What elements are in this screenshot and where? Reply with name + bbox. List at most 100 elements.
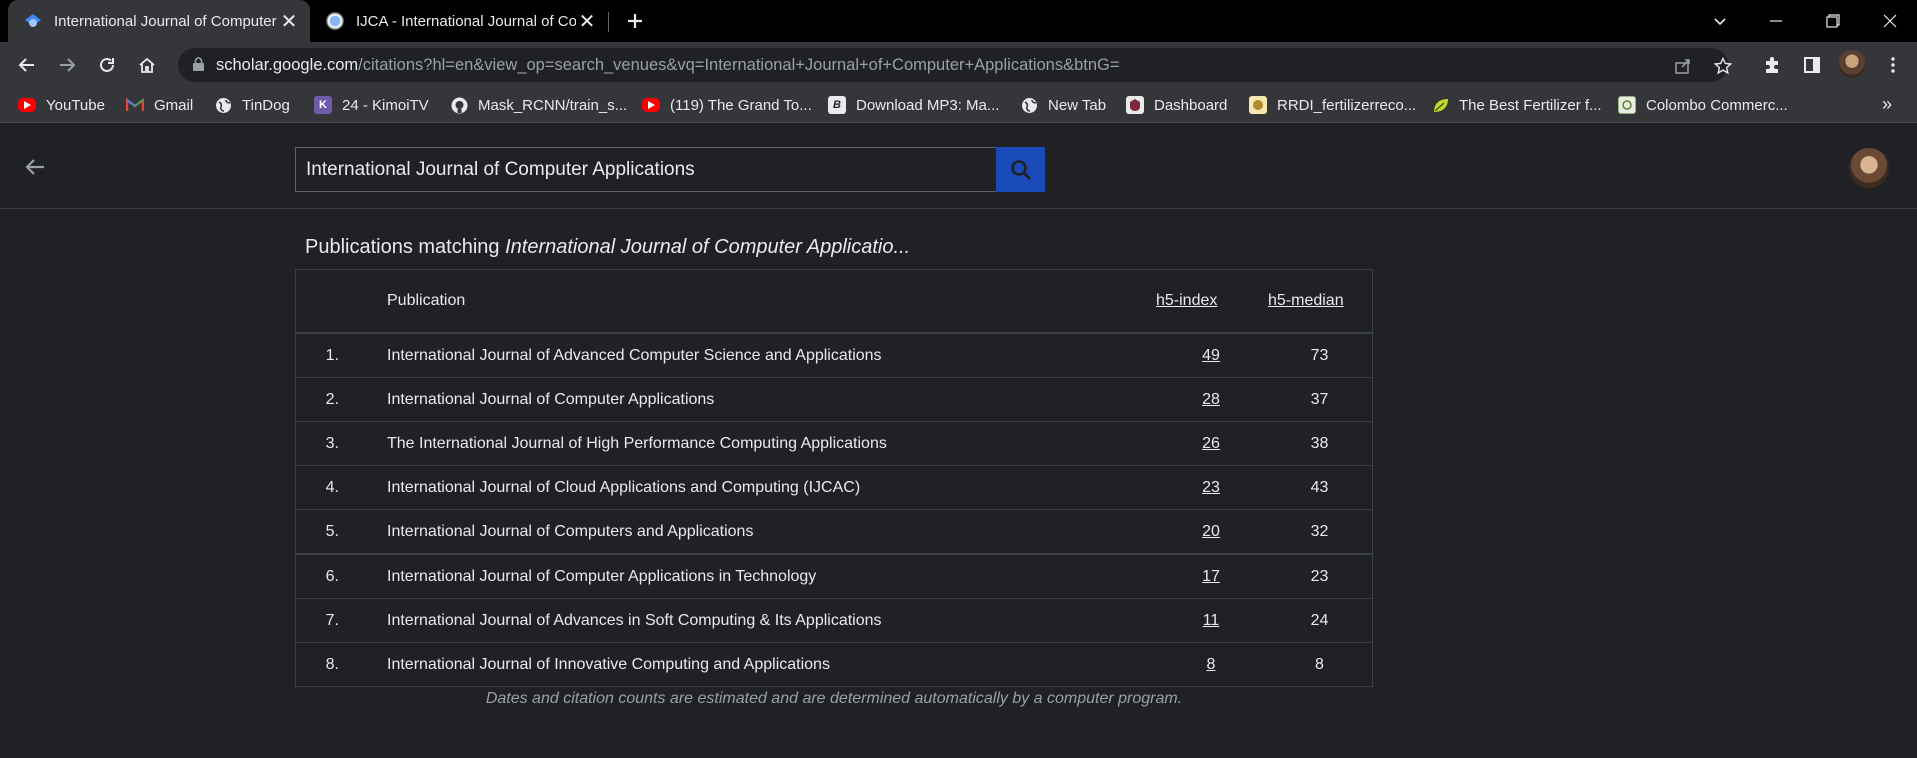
side-panel-icon xyxy=(1804,57,1820,73)
tab-title: International Journal of Computer Applic… xyxy=(54,12,278,30)
bookmark-dashboard[interactable]: Dashboard xyxy=(1126,95,1227,115)
publication-name[interactable]: International Journal of Computers and A… xyxy=(386,509,1155,554)
home-icon xyxy=(139,57,155,73)
h5-index-link[interactable]: 26 xyxy=(1202,435,1220,452)
publication-name[interactable]: International Journal of Advanced Comput… xyxy=(386,333,1155,378)
minimize-button[interactable] xyxy=(1753,0,1799,42)
row-rank: 7. xyxy=(296,598,386,643)
bookmark-label: 24 - KimoiTV xyxy=(342,96,429,114)
h5-median-value: 8 xyxy=(1267,642,1372,686)
more-vert-icon xyxy=(1891,57,1895,73)
h5-index-link[interactable]: 23 xyxy=(1202,479,1220,496)
puzzle-icon xyxy=(1766,57,1778,73)
close-tab-icon[interactable]: ✕ xyxy=(576,10,598,33)
profile-avatar[interactable] xyxy=(1838,50,1866,78)
h5-index-link[interactable]: 49 xyxy=(1202,347,1220,364)
account-avatar[interactable] xyxy=(1849,148,1889,188)
search-button[interactable] xyxy=(996,147,1045,192)
search-input[interactable] xyxy=(306,148,986,191)
ijca-favicon-icon xyxy=(326,12,344,30)
lock-icon[interactable] xyxy=(192,57,205,77)
scholar-favicon-icon xyxy=(24,12,42,30)
h5-median-value: 32 xyxy=(1267,509,1372,554)
bookmark-label: Gmail xyxy=(154,96,194,114)
table-row: 4. International Journal of Cloud Applic… xyxy=(296,465,1372,510)
restore-button[interactable] xyxy=(1810,0,1856,42)
close-window-button[interactable] xyxy=(1867,0,1913,42)
close-tab-icon[interactable]: ✕ xyxy=(278,10,300,33)
h5-index-link[interactable]: 28 xyxy=(1202,391,1220,408)
bookmark-gmail[interactable]: Gmail xyxy=(126,95,193,115)
tab-strip: International Journal of Computer Applic… xyxy=(0,0,1917,42)
leaf-icon xyxy=(1431,96,1449,114)
url-path: /citations?hl=en&view_op=search_venues&v… xyxy=(358,56,1120,74)
h5-index-link[interactable]: 20 xyxy=(1202,523,1220,540)
publication-name[interactable]: International Journal of Computer Applic… xyxy=(386,377,1155,422)
h5-median-header[interactable]: h5-median xyxy=(1267,270,1372,334)
table-row: 1. International Journal of Advanced Com… xyxy=(296,333,1372,378)
forward-button[interactable] xyxy=(52,50,82,80)
bookmark-label: Dashboard xyxy=(1154,96,1228,114)
url-text[interactable]: scholar.google.com/citations?hl=en&view_… xyxy=(216,56,1120,75)
bookmark-github[interactable]: Mask_RCNN/train_s... xyxy=(450,95,627,115)
close-icon xyxy=(1883,14,1897,28)
dashboard-icon xyxy=(1126,96,1144,114)
bookmarks-overflow-button[interactable]: » xyxy=(1882,94,1892,115)
publication-name[interactable]: International Journal of Computer Applic… xyxy=(386,553,1155,599)
share-icon[interactable] xyxy=(1672,55,1694,77)
home-button[interactable] xyxy=(132,50,162,80)
publication-name[interactable]: International Journal of Cloud Applicati… xyxy=(386,465,1155,510)
h5-median-value: 37 xyxy=(1267,377,1372,422)
tab-scholar[interactable]: International Journal of Computer Applic… xyxy=(8,0,310,42)
chevron-down-icon xyxy=(1714,18,1726,26)
reload-button[interactable] xyxy=(92,50,122,80)
bookmark-colombo[interactable]: Colombo Commerc... xyxy=(1618,95,1788,115)
publication-name[interactable]: International Journal of Advances in Sof… xyxy=(386,598,1155,643)
h5-median-value: 24 xyxy=(1267,598,1372,643)
bookmark-tindog[interactable]: TinDog xyxy=(214,95,290,115)
youtube-icon xyxy=(642,98,660,112)
h5-index-link[interactable]: 8 xyxy=(1207,656,1216,673)
row-rank: 3. xyxy=(296,421,386,466)
new-tab-button[interactable] xyxy=(620,6,650,36)
back-button[interactable] xyxy=(12,50,42,80)
heading-prefix: Publications matching xyxy=(305,236,506,258)
h5-index-sort-link[interactable]: h5-index xyxy=(1156,292,1217,309)
tab-ijca[interactable]: IJCA - International Journal of Computer… xyxy=(318,0,608,42)
tab-search-button[interactable] xyxy=(1697,0,1743,42)
menu-button[interactable] xyxy=(1878,50,1908,80)
bookmark-label: Download MP3: Ma... xyxy=(856,96,1000,114)
row-rank: 1. xyxy=(325,346,339,364)
bookmark-new-tab[interactable]: New Tab xyxy=(1020,95,1106,115)
bookmark-label: (119) The Grand To... xyxy=(670,96,812,114)
globe-icon xyxy=(1020,96,1038,114)
h5-median-sort-link[interactable]: h5-median xyxy=(1268,292,1344,309)
h5-median-value: 23 xyxy=(1267,553,1372,599)
side-panel-button[interactable] xyxy=(1797,50,1827,80)
bookmark-best-fertilizer[interactable]: The Best Fertilizer f... xyxy=(1431,95,1602,115)
colombo-icon xyxy=(1618,96,1636,114)
browser-toolbar: scholar.google.com/citations?hl=en&view_… xyxy=(0,42,1917,87)
publication-name[interactable]: International Journal of Innovative Comp… xyxy=(386,642,1155,686)
star-icon[interactable] xyxy=(1712,55,1734,77)
h5-median-value: 43 xyxy=(1267,465,1372,510)
bookmark-download-mp3[interactable]: B Download MP3: Ma... xyxy=(828,95,999,115)
scholar-back-button[interactable] xyxy=(20,152,50,182)
bookmark-grand-tour[interactable]: (119) The Grand To... xyxy=(642,95,812,115)
h5-index-header[interactable]: h5-index xyxy=(1155,270,1267,334)
extensions-button[interactable] xyxy=(1757,50,1787,80)
address-bar[interactable]: scholar.google.com/citations?hl=en&view_… xyxy=(178,48,1732,82)
bookmark-label: The Best Fertilizer f... xyxy=(1459,96,1602,114)
tab-title: IJCA - International Journal of Computer… xyxy=(356,12,576,30)
table-header-row: Publication h5-index h5-median xyxy=(296,270,1372,334)
publication-name[interactable]: The International Journal of High Perfor… xyxy=(386,421,1155,466)
h5-index-link[interactable]: 11 xyxy=(1203,612,1220,629)
arrow-left-icon xyxy=(18,58,34,72)
bookmark-youtube[interactable]: YouTube xyxy=(18,95,105,115)
search-icon xyxy=(1010,159,1031,180)
bookmark-rrdi[interactable]: RRDI_fertilizerreco... xyxy=(1249,95,1416,115)
h5-median-value: 73 xyxy=(1310,346,1329,364)
h5-index-link[interactable]: 17 xyxy=(1202,568,1220,585)
bookmark-kimoitv[interactable]: K 24 - KimoiTV xyxy=(314,95,429,115)
arrow-left-icon xyxy=(25,159,44,175)
